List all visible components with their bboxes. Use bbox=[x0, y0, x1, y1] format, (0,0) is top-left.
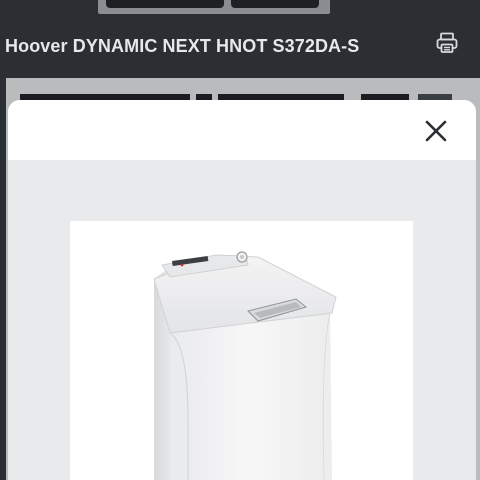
image-viewer-modal bbox=[8, 100, 476, 480]
product-image[interactable] bbox=[70, 221, 413, 480]
close-icon bbox=[425, 120, 447, 142]
print-button[interactable] bbox=[433, 29, 461, 57]
close-button[interactable] bbox=[420, 115, 452, 147]
top-bar bbox=[0, 0, 480, 14]
modal-header bbox=[8, 100, 476, 160]
washing-machine-image bbox=[153, 251, 337, 480]
top-tab[interactable] bbox=[231, 0, 319, 8]
page-header: Hoover DYNAMIC NEXT HNOT S372DA-S bbox=[0, 14, 480, 78]
top-tab[interactable] bbox=[106, 0, 224, 8]
printer-icon bbox=[436, 32, 458, 53]
product-title: Hoover DYNAMIC NEXT HNOT S372DA-S bbox=[5, 36, 360, 56]
